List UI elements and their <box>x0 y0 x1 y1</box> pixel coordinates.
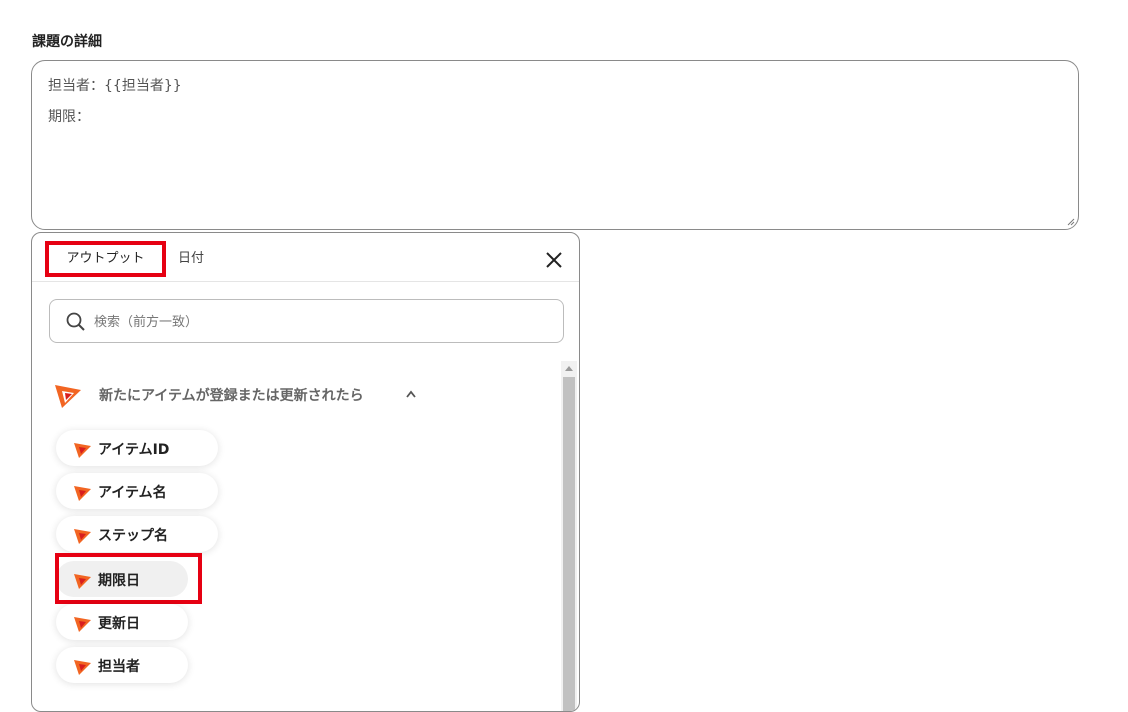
output-chip-label: アイテム名 <box>98 485 167 501</box>
app-logo-icon <box>74 529 91 544</box>
trigger-group-title: 新たにアイテムが登録または更新されたら <box>99 388 364 404</box>
output-chip-label: ステップ名 <box>98 528 168 544</box>
app-logo-icon <box>74 443 91 458</box>
scroll-up-arrow-icon[interactable] <box>565 366 573 371</box>
search-field <box>49 299 564 344</box>
output-chip-updated-date[interactable]: 更新日 <box>56 604 188 640</box>
output-chip-assignee[interactable]: 担当者 <box>56 647 188 683</box>
section-label: 課題の詳細 <box>32 34 102 50</box>
scrollbar-thumb[interactable] <box>563 377 575 711</box>
tab-output[interactable]: アウトプット <box>45 241 166 277</box>
tab-date[interactable]: 日付 <box>178 241 204 277</box>
output-chip-label: 更新日 <box>98 616 140 632</box>
variable-picker-panel: アウトプット 日付 新たにアイテムが登録または更新されたら アイテムID <box>31 232 580 712</box>
output-chip-label: 担当者 <box>98 659 140 675</box>
output-chip-label: アイテムID <box>98 442 170 458</box>
close-icon[interactable] <box>543 249 565 271</box>
trigger-group-header[interactable]: 新たにアイテムが登録または更新されたら <box>54 379 454 409</box>
app-logo-icon <box>55 385 81 408</box>
search-icon <box>66 312 85 331</box>
app-logo-icon <box>74 486 91 501</box>
description-textarea[interactable]: 担当者：{{担当者}} 期限： <box>31 60 1079 230</box>
output-chip-item-id[interactable]: アイテムID <box>56 430 218 466</box>
tab-bar: アウトプット 日付 <box>32 233 579 282</box>
chevron-up-icon[interactable] <box>405 389 417 399</box>
search-input[interactable] <box>92 300 556 344</box>
app-logo-icon <box>74 660 91 675</box>
output-chip-step-name[interactable]: ステップ名 <box>56 516 218 552</box>
description-line-1: 担当者：{{担当者}} <box>48 78 182 94</box>
selection-highlight <box>55 553 202 604</box>
app-logo-icon <box>74 617 91 632</box>
scrollbar[interactable] <box>561 361 577 711</box>
resize-handle-icon[interactable] <box>1067 218 1075 226</box>
description-line-2: 期限： <box>48 109 90 125</box>
output-chip-item-name[interactable]: アイテム名 <box>56 473 218 509</box>
